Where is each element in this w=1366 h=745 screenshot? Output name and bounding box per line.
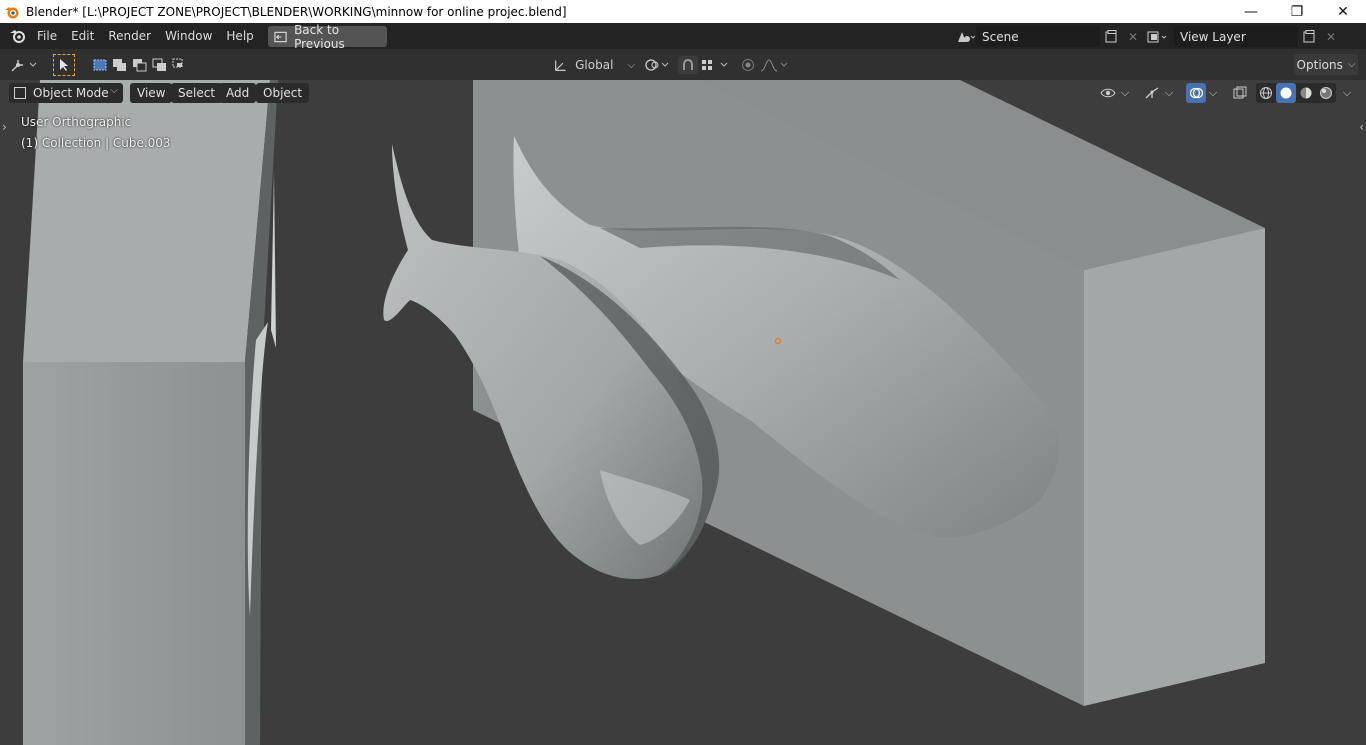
- view-name-label: User Orthographic: [21, 115, 132, 129]
- view-layer-icon[interactable]: [1144, 26, 1174, 47]
- chevron-down-icon: ⌵: [627, 59, 635, 71]
- collection-info-label: (1) Collection | Cube.003: [21, 136, 171, 150]
- 3d-viewport[interactable]: Object Mode ⌵ View Select Add Object Use…: [0, 80, 1366, 745]
- orientation-icon: [555, 60, 566, 71]
- select-tool-icon[interactable]: [53, 54, 75, 76]
- menu-window[interactable]: Window: [158, 23, 219, 49]
- scene-render: [23, 80, 1265, 745]
- close-button[interactable]: ✕: [1320, 0, 1366, 23]
- menu-render[interactable]: Render: [101, 23, 158, 49]
- sidebar-expand-icon[interactable]: ‹: [1359, 120, 1364, 134]
- select-extend-icon[interactable]: [110, 56, 130, 74]
- blender-logo-icon[interactable]: [8, 27, 28, 45]
- chevron-down-icon[interactable]: ⌵: [1340, 83, 1354, 103]
- view-layer-field[interactable]: View Layer: [1174, 26, 1298, 47]
- window-titlebar: Blender* [L:\PROJECT ZONE\PROJECT\BLENDE…: [0, 0, 1366, 23]
- chevron-down-icon[interactable]: ⌵: [1162, 83, 1176, 103]
- blender-app-icon: [5, 6, 19, 18]
- viewport-display-tools: ⌵ ⌵ ⌵ ⌵: [1098, 83, 1354, 103]
- viewport-menu-object[interactable]: Object: [256, 83, 310, 103]
- maximize-button[interactable]: ❐: [1274, 0, 1320, 23]
- delete-scene-icon[interactable]: ✕: [1122, 26, 1144, 47]
- rendered-shading-icon[interactable]: [1316, 83, 1336, 103]
- new-scene-icon[interactable]: [1100, 26, 1122, 47]
- toolbar-expand-icon[interactable]: ›: [2, 120, 7, 134]
- window-title: Blender* [L:\PROJECT ZONE\PROJECT\BLENDE…: [26, 4, 567, 19]
- scene-name-field[interactable]: Scene: [976, 26, 1100, 47]
- menu-help[interactable]: Help: [219, 23, 260, 49]
- select-new-icon[interactable]: [90, 56, 110, 74]
- overlays-icon[interactable]: [1186, 83, 1206, 103]
- new-view-layer-icon[interactable]: [1298, 26, 1320, 47]
- chevron-down-icon: ⌵: [110, 85, 118, 96]
- delete-view-layer-icon[interactable]: ✕: [1320, 26, 1342, 47]
- editor-type-icon[interactable]: [10, 56, 40, 74]
- object-mode-label: Object Mode: [33, 86, 109, 100]
- minimize-button[interactable]: —: [1228, 0, 1274, 23]
- back-to-previous-label: Back to Previous: [294, 22, 345, 51]
- main-menu: File Edit Render Window Help: [30, 23, 261, 49]
- orientation-label: Global: [575, 58, 614, 72]
- material-shading-icon[interactable]: [1296, 83, 1316, 103]
- select-subtract-icon[interactable]: [130, 56, 150, 74]
- snap-target-icon[interactable]: [700, 56, 732, 74]
- viewport-toolbar: Global ⌵ Options ⌵: [0, 49, 1366, 80]
- left-mold-edge: [271, 172, 276, 348]
- menu-file[interactable]: File: [30, 23, 64, 49]
- chevron-down-icon: ⌵: [1347, 59, 1356, 70]
- menu-edit[interactable]: Edit: [64, 23, 101, 49]
- viewport-menu-add[interactable]: Add: [219, 83, 257, 103]
- falloff-icon[interactable]: [760, 56, 790, 74]
- viewport-menu-view[interactable]: View: [130, 83, 173, 103]
- proportional-edit-icon[interactable]: [738, 56, 758, 74]
- back-icon: [274, 31, 287, 42]
- object-mode-dropdown[interactable]: Object Mode ⌵: [9, 83, 123, 103]
- wireframe-shading-icon[interactable]: [1256, 83, 1276, 103]
- visibility-eye-icon[interactable]: [1098, 83, 1118, 103]
- xray-toggle-icon[interactable]: [1230, 83, 1250, 103]
- shading-mode-group: [1256, 83, 1336, 103]
- options-dropdown[interactable]: Options ⌵: [1294, 54, 1358, 75]
- select-intersect-icon[interactable]: [170, 56, 190, 74]
- options-label: Options: [1296, 57, 1343, 72]
- transform-orientation-dropdown[interactable]: Global ⌵: [553, 56, 635, 74]
- select-invert-icon[interactable]: [150, 56, 170, 74]
- left-mold-front-face: [23, 362, 245, 745]
- scene-selector-group: Scene ✕ View Layer ✕: [954, 26, 1342, 47]
- blender-topbar: File Edit Render Window Help Back to Pre…: [0, 23, 1366, 51]
- back-to-previous-button[interactable]: Back to Previous: [268, 23, 387, 51]
- object-mode-icon: [14, 87, 26, 99]
- scene-type-icon[interactable]: [954, 26, 976, 47]
- right-mold-side-face: [1084, 228, 1265, 706]
- selection-mode-group: [90, 56, 190, 74]
- snap-toggle-icon[interactable]: [678, 56, 698, 74]
- viewport-menu-select[interactable]: Select: [171, 83, 223, 103]
- solid-shading-icon[interactable]: [1276, 83, 1296, 103]
- pivot-point-icon[interactable]: [643, 56, 673, 74]
- chevron-down-icon[interactable]: ⌵: [1206, 83, 1220, 103]
- chevron-down-icon[interactable]: ⌵: [1118, 83, 1132, 103]
- gizmo-icon[interactable]: [1142, 83, 1162, 103]
